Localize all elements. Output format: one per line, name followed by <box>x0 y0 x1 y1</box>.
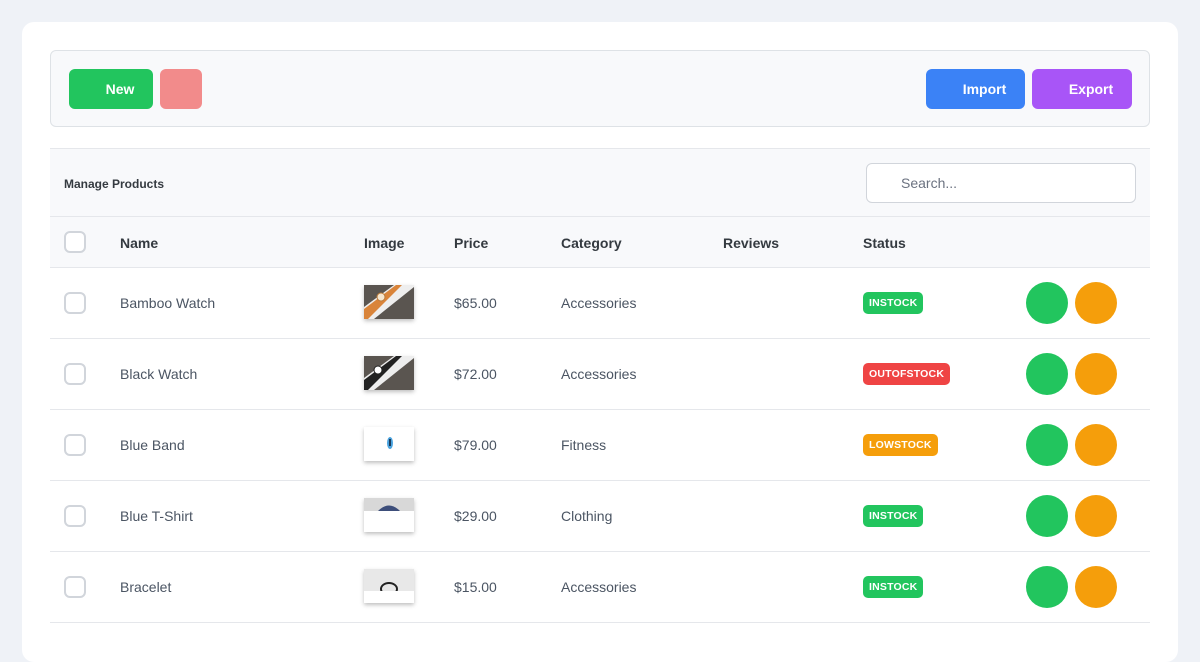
new-button[interactable]: New <box>69 69 153 109</box>
row-checkbox[interactable] <box>64 363 86 385</box>
product-name: Blue T-Shirt <box>120 508 193 524</box>
table-header: Manage Products <box>50 148 1150 217</box>
table-row[interactable]: Bracelet $15.00 Accessories INSTOCK <box>50 552 1150 623</box>
column-category[interactable]: Category <box>561 235 622 251</box>
product-category: Accessories <box>561 579 637 595</box>
import-button[interactable]: Import <box>926 69 1025 109</box>
column-header-row: Name Image Price Category Reviews Status <box>50 217 1150 268</box>
edit-button[interactable] <box>1026 353 1068 395</box>
delete-row-button[interactable] <box>1075 495 1117 537</box>
status-badge: INSTOCK <box>863 576 924 598</box>
product-image <box>364 498 414 532</box>
delete-row-button[interactable] <box>1075 424 1117 466</box>
toolbar: New Import Export <box>50 50 1150 127</box>
product-category: Fitness <box>561 437 607 453</box>
product-price: $29.00 <box>454 508 497 524</box>
column-status[interactable]: Status <box>863 235 906 251</box>
edit-button[interactable] <box>1026 566 1068 608</box>
product-price: $72.00 <box>454 366 497 382</box>
edit-button[interactable] <box>1026 424 1068 466</box>
product-image <box>364 427 414 461</box>
delete-row-button[interactable] <box>1075 282 1117 324</box>
table-row[interactable]: Black Watch $72.00 Accessories OUTOFSTOC… <box>50 339 1150 410</box>
product-image <box>364 285 414 319</box>
products-card: New Import Export Manage Products Name I… <box>22 22 1178 662</box>
column-reviews[interactable]: Reviews <box>723 235 779 251</box>
search-input[interactable] <box>866 163 1136 203</box>
status-badge: LOWSTOCK <box>863 434 938 456</box>
product-image <box>364 569 414 603</box>
product-price: $65.00 <box>454 295 497 311</box>
status-badge: INSTOCK <box>863 292 924 314</box>
product-price: $15.00 <box>454 579 497 595</box>
product-price: $79.00 <box>454 437 497 453</box>
product-name: Bracelet <box>120 579 172 595</box>
delete-row-button[interactable] <box>1075 353 1117 395</box>
delete-button[interactable] <box>160 69 202 109</box>
product-name: Black Watch <box>120 366 198 382</box>
product-image <box>364 356 414 390</box>
table-title: Manage Products <box>64 177 165 191</box>
row-checkbox[interactable] <box>64 292 86 314</box>
product-name: Blue Band <box>120 437 185 453</box>
row-checkbox[interactable] <box>64 505 86 527</box>
row-checkbox[interactable] <box>64 576 86 598</box>
column-name[interactable]: Name <box>120 235 158 251</box>
table-row[interactable]: Blue Band $79.00 Fitness LOWSTOCK <box>50 410 1150 481</box>
product-name: Bamboo Watch <box>120 295 216 311</box>
product-category: Clothing <box>561 508 613 524</box>
edit-button[interactable] <box>1026 282 1068 324</box>
column-image: Image <box>364 235 405 251</box>
table-row[interactable]: Bamboo Watch $65.00 Accessories INSTOCK <box>50 268 1150 339</box>
table-row[interactable]: Blue T-Shirt $29.00 Clothing INSTOCK <box>50 481 1150 552</box>
status-badge: OUTOFSTOCK <box>863 363 951 385</box>
product-category: Accessories <box>561 366 637 382</box>
select-all-checkbox[interactable] <box>64 231 86 253</box>
delete-row-button[interactable] <box>1075 566 1117 608</box>
export-button[interactable]: Export <box>1032 69 1132 109</box>
edit-button[interactable] <box>1026 495 1068 537</box>
column-price[interactable]: Price <box>454 235 488 251</box>
product-category: Accessories <box>561 295 637 311</box>
row-checkbox[interactable] <box>64 434 86 456</box>
status-badge: INSTOCK <box>863 505 924 527</box>
